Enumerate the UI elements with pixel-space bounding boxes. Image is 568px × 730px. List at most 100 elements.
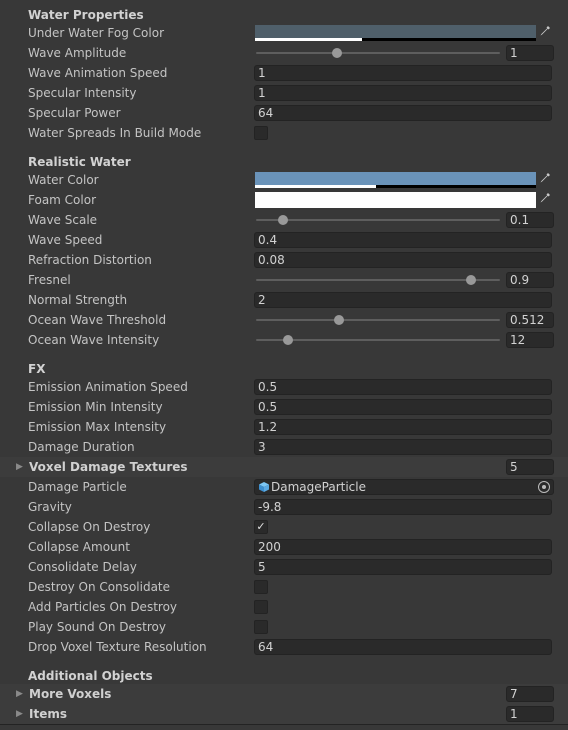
- specular-intensity-label: Specular Intensity: [28, 86, 137, 100]
- ocean-wave-intensity-input[interactable]: 12: [506, 332, 554, 348]
- foldout-voxel-damage-textures[interactable]: ▶ Voxel Damage Textures 5: [0, 457, 568, 477]
- ocean-wave-intensity-label: Ocean Wave Intensity: [28, 333, 160, 347]
- water-spreads-in-build-mode-checkbox[interactable]: [254, 126, 268, 140]
- alpha-bar-white: [255, 38, 362, 41]
- divider: [0, 724, 568, 725]
- wave-scale-input[interactable]: 0.1: [506, 212, 554, 228]
- eyedropper-icon[interactable]: [537, 192, 553, 208]
- chevron-right-icon[interactable]: ▶: [16, 704, 23, 724]
- section-header-water-properties: Water Properties: [28, 8, 144, 22]
- ocean-wave-intensity-slider-knob[interactable]: [282, 335, 293, 345]
- ocean-wave-threshold-label: Ocean Wave Threshold: [28, 313, 167, 327]
- drop-voxel-texture-resolution-label: Drop Voxel Texture Resolution: [28, 640, 207, 654]
- voxel-damage-textures-label[interactable]: Voxel Damage Textures: [29, 457, 188, 477]
- foldout-items[interactable]: ▶ Items 1: [0, 704, 568, 724]
- target-icon[interactable]: [538, 481, 550, 493]
- wave-amplitude-slider-knob[interactable]: [331, 48, 342, 58]
- voxel-damage-textures-size-input[interactable]: 5: [506, 459, 554, 475]
- wave-amplitude-label: Wave Amplitude: [28, 46, 127, 60]
- foam-color-label: Foam Color: [28, 193, 97, 207]
- alpha-bar-white: [255, 205, 536, 208]
- row-drop-voxel-texture-resolution: Drop Voxel Texture Resolution 64: [0, 637, 568, 657]
- eyedropper-icon[interactable]: [537, 172, 553, 188]
- play-sound-on-destroy-label: Play Sound On Destroy: [28, 620, 166, 634]
- collapse-on-destroy-checkbox[interactable]: ✓: [254, 520, 268, 534]
- add-particles-on-destroy-checkbox[interactable]: [254, 600, 268, 614]
- wave-animation-speed-input[interactable]: 1: [254, 65, 552, 81]
- play-sound-on-destroy-checkbox[interactable]: [254, 620, 268, 634]
- section-header-fx: FX: [28, 362, 46, 376]
- row-emission-min-intensity: Emission Min Intensity 0.5: [0, 397, 568, 417]
- damage-duration-input[interactable]: 3: [254, 439, 552, 455]
- collapse-on-destroy-label: Collapse On Destroy: [28, 520, 151, 534]
- specular-power-label: Specular Power: [28, 106, 121, 120]
- more-voxels-label[interactable]: More Voxels: [29, 684, 111, 704]
- normal-strength-input[interactable]: 2: [254, 292, 552, 308]
- ocean-wave-threshold-slider-knob[interactable]: [333, 315, 344, 325]
- row-emission-max-intensity: Emission Max Intensity 1.2: [0, 417, 568, 437]
- row-destroy-on-consolidate: Destroy On Consolidate: [0, 577, 568, 597]
- row-wave-speed: Wave Speed 0.4: [0, 230, 568, 250]
- specular-intensity-input[interactable]: 1: [254, 85, 552, 101]
- row-water-spreads-in-build-mode: Water Spreads In Build Mode: [0, 123, 568, 143]
- chevron-right-icon[interactable]: ▶: [16, 684, 23, 704]
- fresnel-input[interactable]: 0.9: [506, 272, 554, 288]
- eyedropper-icon[interactable]: [537, 25, 553, 41]
- alpha-bar-black: [362, 38, 536, 41]
- consolidate-delay-label: Consolidate Delay: [28, 560, 137, 574]
- row-damage-duration: Damage Duration 3: [0, 437, 568, 457]
- row-wave-animation-speed: Wave Animation Speed 1: [0, 63, 568, 83]
- foldout-more-voxels[interactable]: ▶ More Voxels 7: [0, 684, 568, 704]
- normal-strength-label: Normal Strength: [28, 293, 128, 307]
- damage-particle-object-field[interactable]: DamageParticle: [254, 479, 554, 495]
- gravity-input[interactable]: -9.8: [254, 499, 552, 515]
- wave-amplitude-slider-track[interactable]: [256, 52, 500, 54]
- row-specular-intensity: Specular Intensity 1: [0, 83, 568, 103]
- fresnel-slider-track[interactable]: [256, 279, 500, 281]
- collapse-amount-input[interactable]: 200: [254, 539, 552, 555]
- row-damage-particle: Damage Particle DamageParticle: [0, 477, 568, 497]
- section-header-additional-objects: Additional Objects: [28, 669, 153, 683]
- emission-min-intensity-input[interactable]: 0.5: [254, 399, 552, 415]
- row-under-water-fog-color: Under Water Fog Color: [0, 23, 568, 43]
- wave-animation-speed-label: Wave Animation Speed: [28, 66, 168, 80]
- emission-max-intensity-input[interactable]: 1.2: [254, 419, 552, 435]
- consolidate-delay-input[interactable]: 5: [254, 559, 552, 575]
- damage-duration-label: Damage Duration: [28, 440, 135, 454]
- refraction-distortion-input[interactable]: 0.08: [254, 252, 552, 268]
- wave-amplitude-input[interactable]: 1: [506, 45, 554, 61]
- destroy-on-consolidate-checkbox[interactable]: [254, 580, 268, 594]
- section-header-realistic-water: Realistic Water: [28, 155, 131, 169]
- wave-scale-slider-knob[interactable]: [277, 215, 288, 225]
- emission-max-intensity-label: Emission Max Intensity: [28, 420, 167, 434]
- wave-scale-slider-track[interactable]: [256, 219, 500, 221]
- more-voxels-size-input[interactable]: 7: [506, 686, 554, 702]
- destroy-on-consolidate-label: Destroy On Consolidate: [28, 580, 171, 594]
- row-consolidate-delay: Consolidate Delay 5: [0, 557, 568, 577]
- row-collapse-amount: Collapse Amount 200: [0, 537, 568, 557]
- fresnel-slider-knob[interactable]: [465, 275, 476, 285]
- row-wave-amplitude: Wave Amplitude 1: [0, 43, 568, 63]
- ocean-wave-threshold-input[interactable]: 0.512: [506, 312, 554, 328]
- water-spreads-in-build-mode-label: Water Spreads In Build Mode: [28, 126, 202, 140]
- wave-speed-input[interactable]: 0.4: [254, 232, 552, 248]
- specular-power-input[interactable]: 64: [254, 105, 552, 121]
- emission-min-intensity-label: Emission Min Intensity: [28, 400, 163, 414]
- emission-animation-speed-input[interactable]: 0.5: [254, 379, 552, 395]
- ocean-wave-threshold-slider-track[interactable]: [256, 319, 500, 321]
- row-fresnel: Fresnel 0.9: [0, 270, 568, 290]
- under-water-fog-color-swatch[interactable]: [255, 25, 536, 41]
- row-ocean-wave-intensity: Ocean Wave Intensity 12: [0, 330, 568, 350]
- chevron-right-icon[interactable]: ▶: [16, 457, 23, 477]
- water-color-swatch[interactable]: [255, 172, 536, 188]
- drop-voxel-texture-resolution-input[interactable]: 64: [254, 639, 552, 655]
- row-foam-color: Foam Color: [0, 190, 568, 210]
- damage-particle-value: DamageParticle: [271, 480, 366, 494]
- items-size-input[interactable]: 1: [506, 706, 554, 722]
- items-label[interactable]: Items: [29, 704, 67, 724]
- wave-speed-label: Wave Speed: [28, 233, 103, 247]
- foam-color-swatch[interactable]: [255, 192, 536, 208]
- row-normal-strength: Normal Strength 2: [0, 290, 568, 310]
- row-play-sound-on-destroy: Play Sound On Destroy: [0, 617, 568, 637]
- row-emission-animation-speed: Emission Animation Speed 0.5: [0, 377, 568, 397]
